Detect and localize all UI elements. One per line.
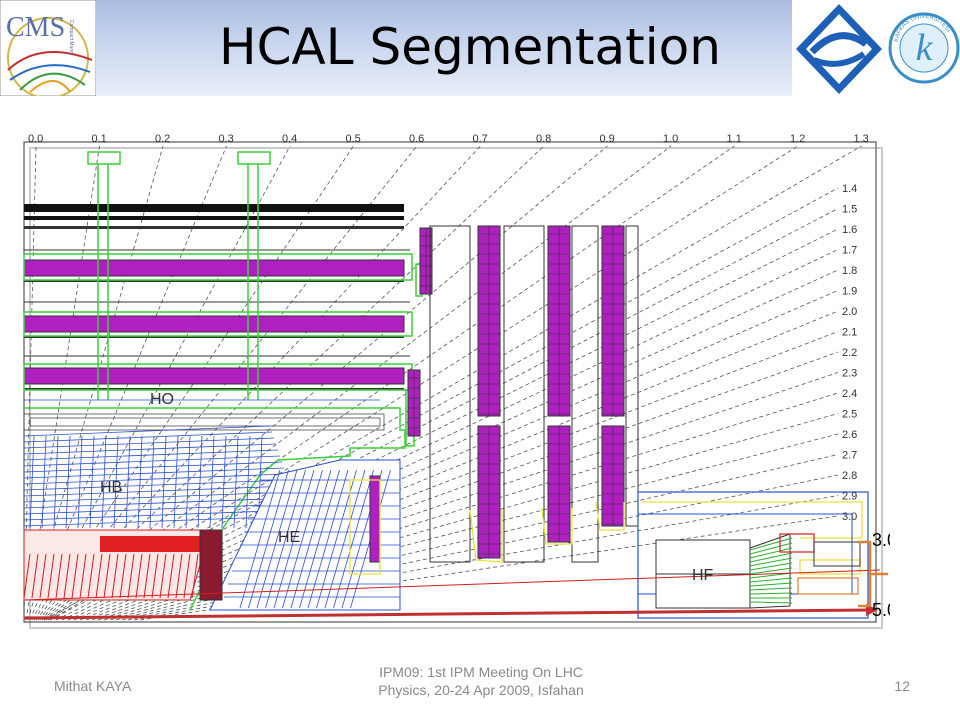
eta-right-label: 1.4 <box>842 183 857 195</box>
ecal-region <box>23 529 211 601</box>
hcal-segmentation-diagram: 0.0 0.1 0.2 0.3 0.4 0.5 0.6 0.7 0.8 0.9 1.0 1.1 1.2 1… <box>23 133 890 629</box>
eta-right-label: 2.7 <box>842 450 857 462</box>
eta-right-label: 2.3 <box>842 368 857 380</box>
eta-right-labels: 1.4 1.5 1.6 1.7 1.8 1.9 2.0 2.1 2.2 2.3 2.4 2.5 2.6 2… <box>842 183 857 523</box>
svg-text:k: k <box>916 27 934 69</box>
eta-right-label: 2.9 <box>842 491 857 503</box>
eta-right-label: 2.1 <box>842 327 857 339</box>
eta-top-label: 0.0 <box>28 133 43 145</box>
eta-right-label: 1.9 <box>842 286 857 298</box>
university-seal: k KAFKAS ÜNİVERSİTESİ <box>884 0 960 98</box>
institution-logo <box>792 0 886 98</box>
ho-label: HO <box>150 391 174 408</box>
hb-label: HB <box>100 479 122 496</box>
eta-right-label: 2.4 <box>842 388 857 400</box>
eta-top-label: 0.9 <box>600 133 615 145</box>
svg-text:Compact Muon: Compact Muon <box>68 20 74 54</box>
footer-event-line2: Physics, 20-24 Apr 2009, Isfahan <box>378 682 584 698</box>
eta-top-label: 1.0 <box>663 133 678 145</box>
eta-top-label: 0.1 <box>92 133 107 145</box>
eta-right-label: 1.5 <box>842 204 857 216</box>
eta-right-label: 3.0 <box>842 511 857 523</box>
eta-top-label: 0.5 <box>346 133 361 145</box>
eta-right-label: 1.6 <box>842 224 857 236</box>
eta-top-label: 1.2 <box>790 133 805 145</box>
svg-text:CMS: CMS <box>6 12 65 43</box>
eta-top-label: 0.3 <box>219 133 234 145</box>
eta-top-label: 0.4 <box>282 133 297 145</box>
eta-top-label: 0.8 <box>536 133 551 145</box>
eta-right-label: 1.8 <box>842 265 857 277</box>
footer-event: IPM09: 1st IPM Meeting On LHC Physics, 2… <box>340 663 622 699</box>
eta-right-label: 2.0 <box>842 306 857 318</box>
cms-logo: CMS Compact Muon <box>0 0 96 96</box>
hf-label: HF <box>692 567 714 584</box>
eta-marker-3: 3.0 <box>872 530 890 550</box>
page-number: 12 <box>894 678 910 694</box>
eta-right-label: 2.8 <box>842 470 857 482</box>
eta-top-label: 1.3 <box>854 133 869 145</box>
eta-right-label: 2.6 <box>842 429 857 441</box>
eta-top-label: 1.1 <box>727 133 742 145</box>
footer-author: Mithat KAYA <box>54 678 132 694</box>
eta-top-label: 0.2 <box>155 133 170 145</box>
page-title: HCAL Segmentation <box>219 18 721 76</box>
eta-top-label: 0.6 <box>409 133 424 145</box>
footer-event-line1: IPM09: 1st IPM Meeting On LHC <box>379 664 583 680</box>
he-label: HE <box>278 529 300 546</box>
eta-right-label: 2.2 <box>842 347 857 359</box>
eta-right-label: 2.5 <box>842 409 857 421</box>
eta-marker-5: 5.0 <box>872 600 890 620</box>
eta-right-label: 1.7 <box>842 245 857 257</box>
eta-top-label: 0.7 <box>473 133 488 145</box>
